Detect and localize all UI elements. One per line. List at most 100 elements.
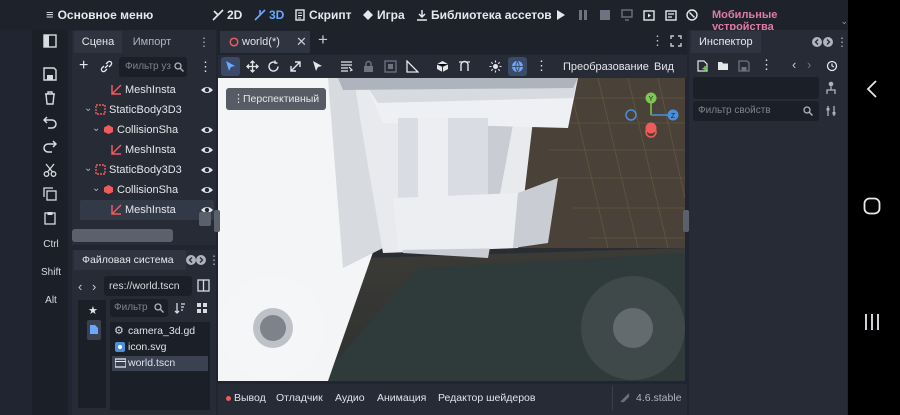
- system-home-icon[interactable]: [863, 197, 881, 215]
- scene-tabs-menu-icon[interactable]: ⋮: [651, 34, 664, 47]
- workspace-game-button[interactable]: Игра: [362, 8, 405, 22]
- file-item-selected[interactable]: world.tscn: [112, 356, 208, 371]
- history-back-icon[interactable]: ‹: [792, 57, 796, 72]
- lock-icon[interactable]: [362, 60, 375, 73]
- perspective-menu[interactable]: ⋮ Перспективный: [226, 88, 326, 110]
- star-icon[interactable]: ★: [88, 304, 98, 317]
- debugger-tab[interactable]: Отладчик: [276, 392, 323, 404]
- ruler-icon[interactable]: [406, 60, 419, 73]
- fs-filter-field[interactable]: Фильтр: [110, 299, 168, 317]
- open-folder-icon[interactable]: [717, 60, 729, 72]
- tree-row[interactable]: ⌄ StaticBody3D3: [80, 160, 214, 180]
- visibility-eye-icon[interactable]: [200, 183, 214, 197]
- movie-maker-icon[interactable]: [686, 9, 698, 21]
- dock-menu-icon[interactable]: ⋮: [836, 36, 848, 48]
- split-handle[interactable]: [199, 212, 211, 226]
- scene-filter-field[interactable]: Фильтр уз: [119, 57, 187, 77]
- list-select-icon[interactable]: [340, 60, 353, 73]
- undo-icon[interactable]: [43, 115, 57, 129]
- local-space-icon[interactable]: [436, 60, 449, 73]
- rotate-icon[interactable]: [267, 60, 280, 73]
- workspace-2d-button[interactable]: 2D: [212, 8, 242, 22]
- pause-icon[interactable]: [578, 10, 588, 20]
- tree-row[interactable]: MeshInsta: [80, 140, 214, 160]
- y-axis-gizmo[interactable]: [643, 90, 659, 106]
- visibility-eye-icon[interactable]: [200, 123, 214, 137]
- asset-library-button[interactable]: Библиотека ассетов: [416, 8, 552, 22]
- main-menu-button[interactable]: ≡ Основное меню: [46, 8, 153, 22]
- play-custom-scene-icon[interactable]: [665, 9, 677, 21]
- dock-left-icon[interactable]: [186, 255, 196, 265]
- select-arrow-icon[interactable]: [311, 60, 324, 73]
- folder-item[interactable]: [87, 320, 101, 340]
- update-spinner-icon[interactable]: [620, 393, 630, 403]
- path-field[interactable]: res://world.tscn: [104, 276, 192, 296]
- environment-toggle[interactable]: [508, 57, 527, 76]
- add-node-icon[interactable]: +: [79, 58, 88, 74]
- delete-icon[interactable]: [43, 91, 57, 105]
- system-recents-icon[interactable]: [864, 313, 880, 331]
- tab-import[interactable]: Импорт: [124, 31, 180, 53]
- x-axis-gizmo[interactable]: [620, 116, 634, 130]
- save-resource-icon[interactable]: [738, 60, 750, 72]
- audio-tab[interactable]: Аудио: [335, 392, 365, 404]
- dock-right-icon[interactable]: [823, 37, 833, 47]
- redo-icon[interactable]: [43, 139, 57, 153]
- dock-menu-icon[interactable]: ⋮: [198, 36, 210, 48]
- property-filter-field[interactable]: Фильтр свойств: [693, 101, 819, 121]
- history-forward-icon[interactable]: ›: [807, 57, 811, 72]
- tree-row[interactable]: ⌄ CollisionSha: [80, 120, 214, 140]
- look-joystick[interactable]: [581, 276, 685, 380]
- object-tree-icon[interactable]: [825, 81, 837, 95]
- add-scene-tab-icon[interactable]: +: [318, 30, 328, 50]
- 3d-viewport[interactable]: Y Z ⋮ Перспективный: [218, 78, 685, 381]
- output-tab[interactable]: Вывод: [226, 392, 266, 404]
- toolbar-options-icon[interactable]: ⋮: [535, 59, 548, 72]
- split-view-icon[interactable]: [197, 279, 210, 292]
- chevron-down-icon[interactable]: ⌄: [92, 183, 100, 194]
- stop-icon[interactable]: [600, 10, 610, 20]
- tab-world[interactable]: world(*) ✕: [220, 31, 310, 53]
- shader-editor-tab[interactable]: Редактор шейдеров: [438, 392, 535, 404]
- visibility-eye-icon[interactable]: [200, 143, 214, 157]
- save-icon[interactable]: [43, 67, 57, 81]
- transform-menu[interactable]: Преобразование: [563, 61, 649, 73]
- tab-scene[interactable]: Сцена: [74, 31, 122, 53]
- tree-row-selected[interactable]: MeshInsta: [80, 200, 214, 220]
- resource-options-icon[interactable]: ⋮: [760, 58, 773, 71]
- z-axis-gizmo[interactable]: [665, 107, 681, 123]
- horizontal-scrollbar[interactable]: [72, 229, 173, 242]
- left-split-handle[interactable]: [214, 210, 220, 232]
- tab-filesystem[interactable]: Файловая система: [74, 250, 186, 270]
- sort-icon[interactable]: [174, 302, 186, 314]
- view-menu[interactable]: Вид: [654, 61, 674, 73]
- visibility-eye-icon[interactable]: [200, 163, 214, 177]
- toggle-left-dock-icon[interactable]: [43, 34, 57, 48]
- workspace-script-button[interactable]: Скрипт: [294, 8, 352, 22]
- tree-row[interactable]: MeshInsta: [80, 80, 214, 100]
- play-scene-icon[interactable]: [643, 9, 655, 21]
- workspace-3d-button[interactable]: 3D: [254, 8, 284, 22]
- file-item[interactable]: ⚙ camera_3d.gd: [112, 324, 208, 339]
- chevron-down-icon[interactable]: ⌄: [84, 163, 92, 174]
- alt-modifier-button[interactable]: Alt: [36, 295, 66, 306]
- dock-left-icon[interactable]: [812, 37, 822, 47]
- chevron-down-icon[interactable]: ⌄: [92, 123, 100, 134]
- remote-debug-icon[interactable]: [621, 9, 633, 21]
- history-icon[interactable]: [826, 60, 838, 72]
- move-joystick[interactable]: [221, 276, 325, 380]
- animation-tab[interactable]: Анимация: [377, 392, 426, 404]
- filter-options-icon[interactable]: [825, 105, 837, 117]
- move-icon[interactable]: [246, 60, 259, 73]
- scale-icon[interactable]: [289, 60, 302, 73]
- forward-icon[interactable]: ›: [92, 279, 96, 294]
- group-icon[interactable]: [384, 60, 397, 73]
- shift-modifier-button[interactable]: Shift: [36, 267, 66, 278]
- tab-inspector[interactable]: Инспектор: [691, 31, 761, 53]
- back-icon[interactable]: ‹: [78, 279, 82, 294]
- grid-view-icon[interactable]: [196, 302, 208, 314]
- instance-scene-icon[interactable]: [100, 60, 113, 73]
- select-mode-button[interactable]: [221, 57, 240, 76]
- distraction-free-icon[interactable]: [670, 35, 682, 47]
- dock-right-icon[interactable]: [196, 255, 206, 265]
